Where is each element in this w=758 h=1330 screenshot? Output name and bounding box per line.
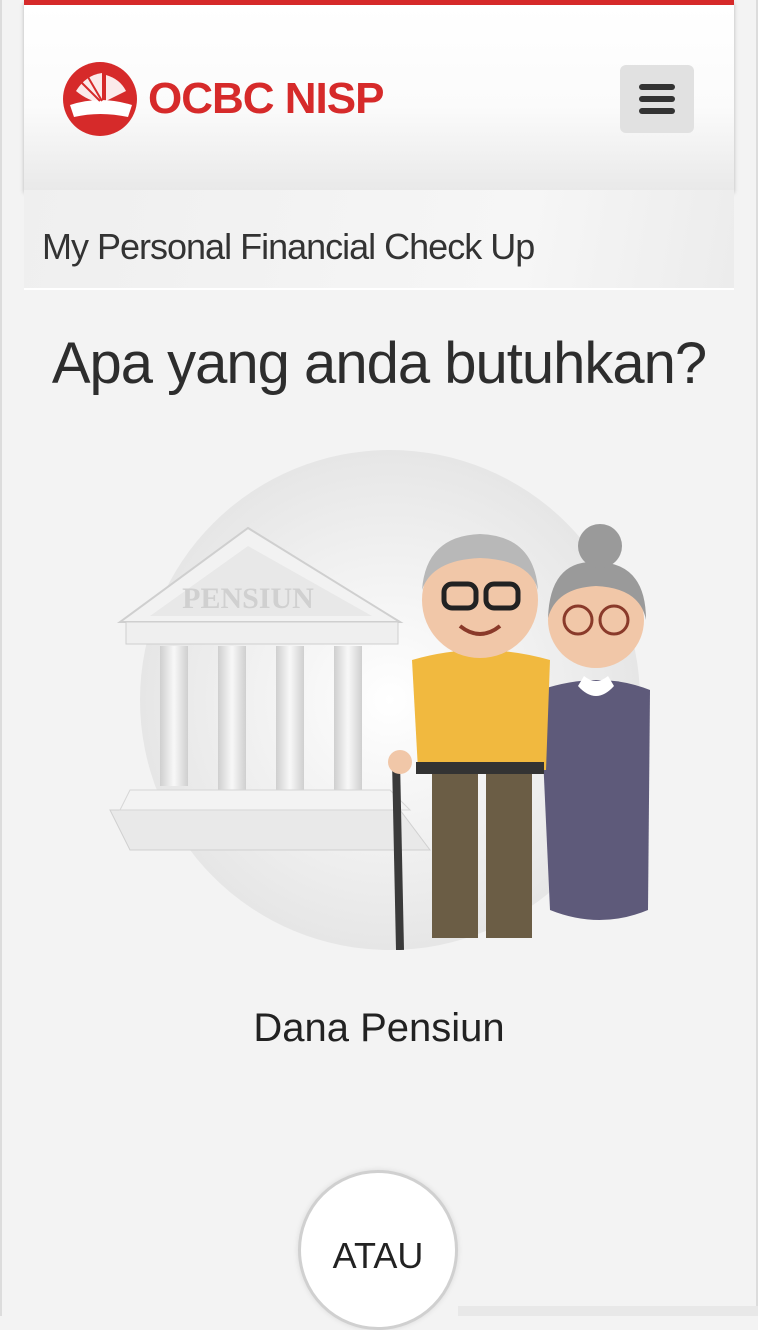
or-separator: ATAU (298, 1170, 458, 1330)
page-title-bar: My Personal Financial Check Up (24, 190, 734, 290)
grandma-figure-icon (540, 524, 650, 920)
brand-logo[interactable]: OCBC NISP (62, 59, 384, 139)
page-title: My Personal Financial Check Up (42, 226, 535, 267)
bottom-edge (458, 1306, 758, 1316)
option-label-dana-pensiun[interactable]: Dana Pensiun (0, 1006, 758, 1051)
question-heading: Apa yang anda butuhkan? (51, 331, 707, 396)
ocbc-logo-icon (63, 62, 137, 136)
or-separator-label: ATAU (332, 1235, 424, 1276)
menu-button[interactable] (620, 65, 694, 133)
site-header: OCBC NISP (24, 0, 734, 190)
hamburger-icon (639, 84, 675, 114)
brand-name: OCBC NISP (148, 74, 384, 123)
pension-option-illustration[interactable]: PENSIUN (100, 450, 660, 950)
frame-left-border (0, 0, 2, 1316)
svg-text:PENSIUN: PENSIUN (182, 582, 314, 615)
